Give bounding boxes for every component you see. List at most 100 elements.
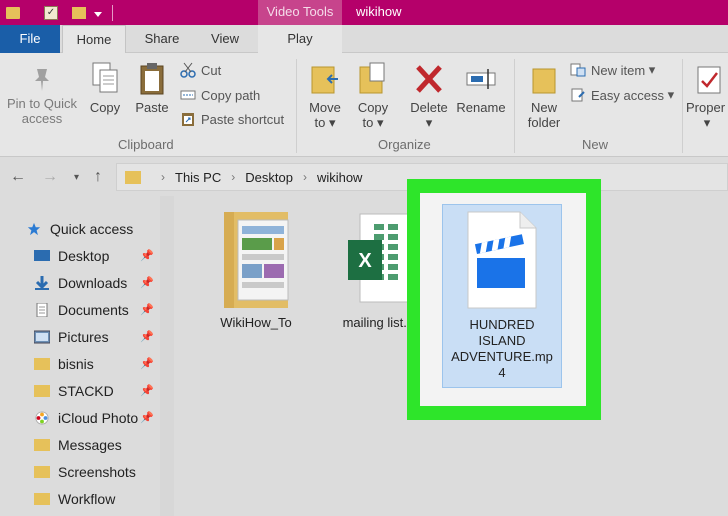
file-item-hundred-island-video[interactable]: HUNDRED ISLAND ADVENTURE.mp 4 [442, 210, 562, 381]
move-to-button[interactable]: Move to ▾ [304, 61, 346, 130]
clipboard-group-label: Clipboard [118, 137, 174, 152]
breadcrumb-desktop[interactable]: Desktop [245, 170, 293, 185]
breadcrumb-separator[interactable]: › [303, 170, 307, 184]
paste-button[interactable]: Paste [132, 61, 172, 115]
copy-path-icon [180, 90, 196, 100]
folder-icon [34, 493, 50, 505]
star-icon [27, 222, 41, 236]
easy-access-button[interactable]: Easy access ▾ [570, 85, 674, 105]
sidebar-item-label: STACKD [58, 383, 114, 399]
pin-icon [35, 69, 49, 91]
sidebar-item-documents[interactable]: Documents [34, 297, 129, 323]
window-title: wikihow [356, 4, 402, 19]
sidebar-item-label: Messages [58, 437, 122, 453]
sidebar-item-label: Documents [58, 302, 129, 318]
pin-icon[interactable]: 📌 [140, 384, 154, 397]
sidebar-item-quick-access[interactable]: Quick access [26, 216, 133, 242]
breadcrumb-wikihow[interactable]: wikihow [317, 170, 363, 185]
forward-arrow-icon[interactable]: → [42, 168, 58, 186]
properties-icon [697, 66, 721, 94]
cut-button[interactable]: Cut [180, 60, 221, 80]
navigation-pane: Quick access Desktop 📌 Downloads 📌 Docum… [0, 196, 174, 516]
sidebar-item-screenshots[interactable]: Screenshots [34, 459, 136, 485]
file-name-line: HUNDRED [469, 317, 535, 332]
copy-button[interactable]: Copy [86, 61, 124, 115]
file-name-line: 4 [498, 365, 506, 380]
sidebar-item-messages[interactable]: Messages [34, 432, 122, 458]
copy-to-button[interactable]: Copy to ▾ [352, 61, 394, 130]
sidebar-item-label: Screenshots [58, 464, 136, 480]
ribbon-tabs: File Home Share View Play [0, 25, 728, 54]
tab-play[interactable]: Play [258, 25, 342, 53]
new-folder-icon[interactable] [72, 7, 86, 19]
paste-label: Paste [135, 100, 169, 115]
pin-icon[interactable]: 📌 [140, 411, 154, 424]
sidebar-item-stackd[interactable]: STACKD [34, 378, 114, 404]
scissors-icon [180, 62, 196, 78]
copy-label: Copy [89, 100, 121, 115]
sidebar-item-label: Downloads [58, 275, 128, 291]
sidebar-item-label: Quick access [50, 221, 134, 237]
sidebar-item-workflow[interactable]: Workflow [34, 486, 115, 512]
tab-home[interactable]: Home [62, 25, 126, 54]
group-divider [682, 59, 683, 153]
sidebar-item-desktop[interactable]: Desktop [34, 243, 109, 269]
sidebar-item-icloud-photos[interactable]: iCloud Photo [34, 405, 138, 431]
copy-to-icon [359, 62, 385, 94]
delete-label: Delete [410, 100, 448, 115]
pin-icon[interactable]: 📌 [140, 249, 154, 262]
new-item-icon [570, 63, 586, 77]
delete-button[interactable]: Delete ▾ [406, 61, 452, 130]
excel-file-icon: X [348, 213, 411, 303]
pin-icon[interactable]: 📌 [140, 276, 154, 289]
easy-access-icon [571, 88, 585, 102]
copy-path-button[interactable]: Copy path [180, 85, 260, 105]
video-file-icon [467, 211, 537, 309]
customize-toolbar-arrow-icon[interactable] [94, 11, 102, 17]
new-item-button[interactable]: New item ▾ [570, 60, 655, 80]
pin-to-quick-access-button[interactable]: Pin to Quick access [4, 65, 80, 126]
breadcrumb-this-pc[interactable]: This PC [175, 170, 221, 185]
tab-share[interactable]: Share [136, 25, 188, 53]
folder-icon [34, 385, 50, 397]
breadcrumb-separator[interactable]: › [161, 170, 165, 184]
breadcrumb-separator[interactable]: › [231, 170, 235, 184]
ribbon: Pin to Quick access Copy Paste Cut Copy … [0, 53, 728, 157]
svg-text:X: X [358, 250, 372, 272]
pin-icon[interactable]: 📌 [140, 330, 154, 343]
folder-icon [34, 466, 50, 478]
rename-button[interactable]: Rename [456, 61, 506, 115]
new-item-label: New item [591, 62, 646, 78]
sidebar-item-bisnis[interactable]: bisnis [34, 351, 94, 377]
properties-check-icon[interactable]: ✓ [44, 6, 58, 20]
video-tools-context-tab: Video Tools [258, 0, 342, 25]
sidebar-scrollbar[interactable] [160, 196, 174, 516]
file-item-wikihow-folder[interactable]: WikiHow_To [208, 210, 304, 330]
tab-view[interactable]: View [200, 25, 250, 53]
rename-label: Rename [456, 100, 506, 115]
recent-locations-chevron-icon[interactable]: ▾ [74, 172, 79, 183]
picture-icon [34, 330, 50, 344]
properties-label: Proper [686, 100, 726, 115]
back-arrow-icon[interactable]: ← [10, 168, 26, 186]
sidebar-item-label: bisnis [58, 356, 94, 372]
new-folder-button[interactable]: New folder [522, 61, 566, 130]
tab-file[interactable]: File [0, 25, 60, 53]
paste-icon [140, 63, 164, 95]
paste-shortcut-button[interactable]: Paste shortcut [180, 109, 284, 129]
properties-button[interactable]: Proper ▾ [686, 61, 728, 130]
sidebar-item-pictures[interactable]: Pictures [34, 324, 109, 350]
pin-icon[interactable]: 📌 [140, 303, 154, 316]
properties-dropdown-arrow[interactable]: ▾ [686, 115, 728, 130]
pin-icon[interactable]: 📌 [140, 357, 154, 370]
sidebar-item-label: Pictures [58, 329, 109, 345]
copy-to-text: to [362, 115, 374, 130]
cut-label: Cut [201, 62, 222, 78]
folder-icon [34, 439, 50, 451]
delete-dropdown-arrow[interactable]: ▾ [406, 115, 452, 130]
up-arrow-icon[interactable]: ↑ [94, 168, 102, 186]
sidebar-item-downloads[interactable]: Downloads [34, 270, 127, 296]
document-icon [36, 303, 48, 317]
group-divider [296, 59, 297, 153]
address-bar: ← → ▾ ↑ › This PC › Desktop › wikihow [0, 158, 728, 196]
